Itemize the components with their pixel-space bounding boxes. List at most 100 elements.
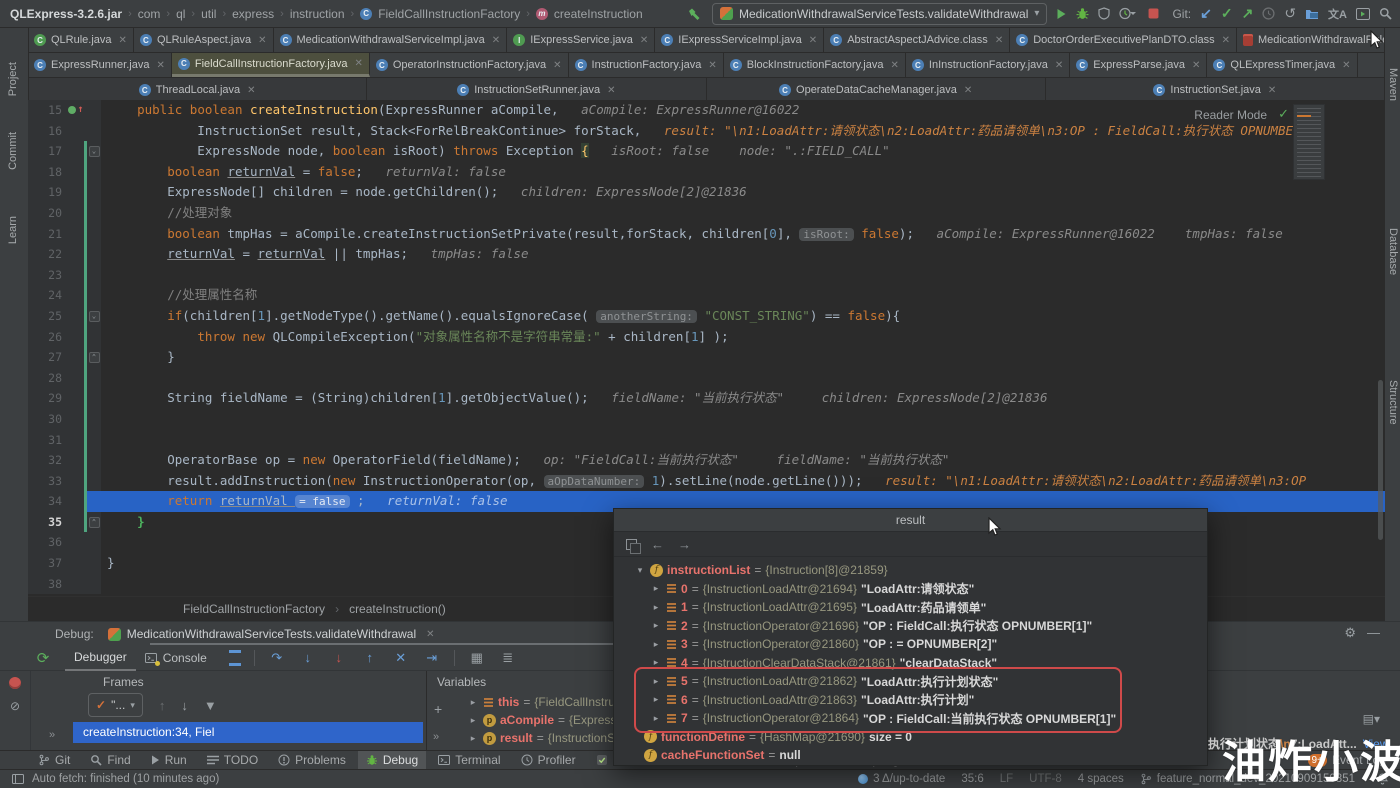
fold-region[interactable] bbox=[87, 244, 101, 265]
profiler-icon[interactable] bbox=[1119, 7, 1139, 20]
layout-settings-icon[interactable] bbox=[229, 650, 241, 666]
fold-region[interactable] bbox=[87, 285, 101, 306]
variable-tree-row[interactable]: ▾finstructionList = {Instruction[8]@2185… bbox=[614, 561, 1207, 580]
gutter-markers[interactable] bbox=[68, 532, 84, 553]
editor-scrollbar[interactable] bbox=[1378, 380, 1383, 540]
variable-inspection-popup[interactable]: result ← → ▾finstructionList = {Instruct… bbox=[613, 508, 1208, 766]
status-widget[interactable]: UTF-8 bbox=[1029, 773, 1062, 785]
fold-region[interactable] bbox=[87, 388, 101, 409]
evaluate-expression-icon[interactable]: ▦ bbox=[468, 650, 486, 666]
chevron-right-icon[interactable]: ▸ bbox=[467, 697, 479, 708]
line-number[interactable]: 34 bbox=[28, 491, 68, 512]
fold-region[interactable] bbox=[87, 471, 101, 492]
fold-region[interactable] bbox=[87, 574, 101, 595]
tool-window-button-run[interactable]: Run bbox=[143, 751, 195, 770]
gutter-markers[interactable] bbox=[68, 471, 84, 492]
tab-console[interactable]: Console bbox=[136, 645, 216, 671]
variable-tree-row[interactable]: ▸2 = {InstructionOperator@21696} "OP : F… bbox=[614, 617, 1207, 636]
dot-blue-icon[interactable] bbox=[858, 774, 868, 784]
fold-region[interactable] bbox=[87, 121, 101, 142]
editor-tab[interactable]: CQLRuleAspect.java✕ bbox=[134, 28, 274, 52]
popup-title[interactable]: result bbox=[614, 509, 1207, 532]
close-tab-icon[interactable]: ✕ bbox=[258, 35, 266, 46]
variable-tree-row[interactable]: ▸3 = {InstructionOperator@21860} "OP : =… bbox=[614, 635, 1207, 654]
fold-region[interactable] bbox=[87, 100, 101, 121]
fold-region[interactable] bbox=[87, 265, 101, 286]
line-number[interactable]: 26 bbox=[28, 327, 68, 348]
build-hammer-icon[interactable] bbox=[685, 5, 703, 23]
chevron-right-icon[interactable]: ▸ bbox=[467, 715, 479, 726]
editor-tab[interactable]: CBlockInstructionFactory.java✕ bbox=[724, 53, 906, 77]
line-number[interactable]: 28 bbox=[28, 368, 68, 389]
editor-tab[interactable]: CIExpressServiceImpl.java✕ bbox=[655, 28, 824, 52]
tool-window-button-debug[interactable]: Debug bbox=[358, 751, 426, 770]
thread-selector[interactable]: ✓ "... ▾ bbox=[88, 693, 143, 717]
gutter-markers[interactable] bbox=[68, 203, 84, 224]
chevron-right-icon[interactable]: ▸ bbox=[650, 602, 662, 613]
breadcrumb-class[interactable]: FieldCallInstructionFactory bbox=[183, 602, 325, 616]
breadcrumb-item[interactable]: express bbox=[232, 7, 274, 21]
line-number[interactable]: 20 bbox=[28, 203, 68, 224]
editor-tab[interactable]: CAbstractAspectJAdvice.class✕ bbox=[824, 28, 1010, 52]
filter-frames-icon[interactable]: ▼ bbox=[204, 698, 217, 713]
fold-region[interactable]: ⌄ bbox=[87, 306, 101, 327]
chevron-right-icon[interactable]: ▸ bbox=[467, 733, 479, 744]
line-number[interactable]: 25 bbox=[28, 306, 68, 327]
close-tab-icon[interactable]: ✕ bbox=[708, 60, 716, 71]
gutter-markers[interactable] bbox=[68, 368, 84, 389]
line-number[interactable]: 15 bbox=[28, 100, 68, 121]
line-number[interactable]: 29 bbox=[28, 388, 68, 409]
stop-icon[interactable] bbox=[1148, 7, 1159, 20]
gear-icon[interactable]: ⚙ bbox=[1344, 625, 1356, 641]
drop-frame-icon[interactable]: ✕ bbox=[392, 650, 410, 666]
gutter-markers[interactable] bbox=[68, 388, 84, 409]
line-number[interactable]: 35 bbox=[28, 512, 68, 533]
fold-region[interactable] bbox=[87, 553, 101, 574]
fold-region[interactable] bbox=[87, 409, 101, 430]
play-icon[interactable] bbox=[151, 755, 160, 765]
forward-icon[interactable]: → bbox=[678, 537, 691, 552]
fold-region[interactable]: ⌄ bbox=[87, 141, 101, 162]
line-number[interactable]: 17 bbox=[28, 141, 68, 162]
tool-window-button-problems[interactable]: Problems bbox=[270, 751, 354, 770]
close-tab-icon[interactable]: ✕ bbox=[891, 60, 899, 71]
breadcrumb-item[interactable]: instruction bbox=[290, 7, 345, 21]
close-tab-icon[interactable]: ✕ bbox=[156, 60, 164, 71]
line-number[interactable]: 37 bbox=[28, 553, 68, 574]
line-number[interactable]: 32 bbox=[28, 450, 68, 471]
close-tab-icon[interactable]: ✕ bbox=[354, 58, 362, 69]
gutter-markers[interactable]: ↑ bbox=[68, 100, 84, 121]
chevron-down-icon[interactable]: ▾ bbox=[634, 565, 646, 576]
gutter-markers[interactable] bbox=[68, 121, 84, 142]
close-tab-icon[interactable]: ✕ bbox=[247, 85, 255, 96]
editor-tab[interactable]: IIExpressService.java✕ bbox=[507, 28, 655, 52]
chevron-right-icon[interactable]: ▸ bbox=[650, 713, 662, 724]
gutter-markers[interactable] bbox=[68, 347, 84, 368]
gutter-markers[interactable] bbox=[68, 327, 84, 348]
push-icon[interactable]: ↗ bbox=[1242, 5, 1254, 22]
line-number[interactable]: 16 bbox=[28, 121, 68, 142]
line-number[interactable]: 33 bbox=[28, 471, 68, 492]
fold-region[interactable] bbox=[87, 203, 101, 224]
fold-region[interactable] bbox=[87, 491, 101, 512]
tool-window-button-terminal[interactable]: Terminal bbox=[430, 751, 508, 770]
coverage-icon[interactable] bbox=[1098, 7, 1110, 20]
editor-tab[interactable]: CExpressRunner.java✕ bbox=[28, 53, 172, 77]
variable-tree-row[interactable]: ▸7 = {InstructionOperator@21864} "OP : F… bbox=[614, 709, 1207, 728]
variable-tree-row[interactable]: ▸0 = {InstructionLoadAttr@21694} "LoadAt… bbox=[614, 580, 1207, 599]
gutter-markers[interactable] bbox=[68, 574, 84, 595]
inspect-icon[interactable] bbox=[626, 539, 637, 550]
fold-region[interactable] bbox=[87, 532, 101, 553]
history-icon[interactable] bbox=[1262, 5, 1275, 22]
variable-tree-row[interactable]: ▸4 = {InstructionClearDataStack@21861} "… bbox=[614, 654, 1207, 673]
variable-tree-row[interactable]: fcacheFunctionSet = null bbox=[614, 746, 1207, 765]
mute-breakpoints-icon[interactable]: ⊘ bbox=[10, 699, 20, 713]
chevron-right-icon[interactable]: ▸ bbox=[650, 657, 662, 668]
selected-stack-frame[interactable]: createInstruction:34, Fiel bbox=[73, 722, 423, 743]
line-number[interactable]: 21 bbox=[28, 224, 68, 245]
run-icon[interactable] bbox=[1056, 7, 1067, 20]
gutter-markers[interactable] bbox=[68, 265, 84, 286]
line-number[interactable]: 23 bbox=[28, 265, 68, 286]
tool-window-button-project[interactable]: Project bbox=[7, 62, 19, 96]
close-tab-icon[interactable]: ✕ bbox=[995, 35, 1003, 46]
